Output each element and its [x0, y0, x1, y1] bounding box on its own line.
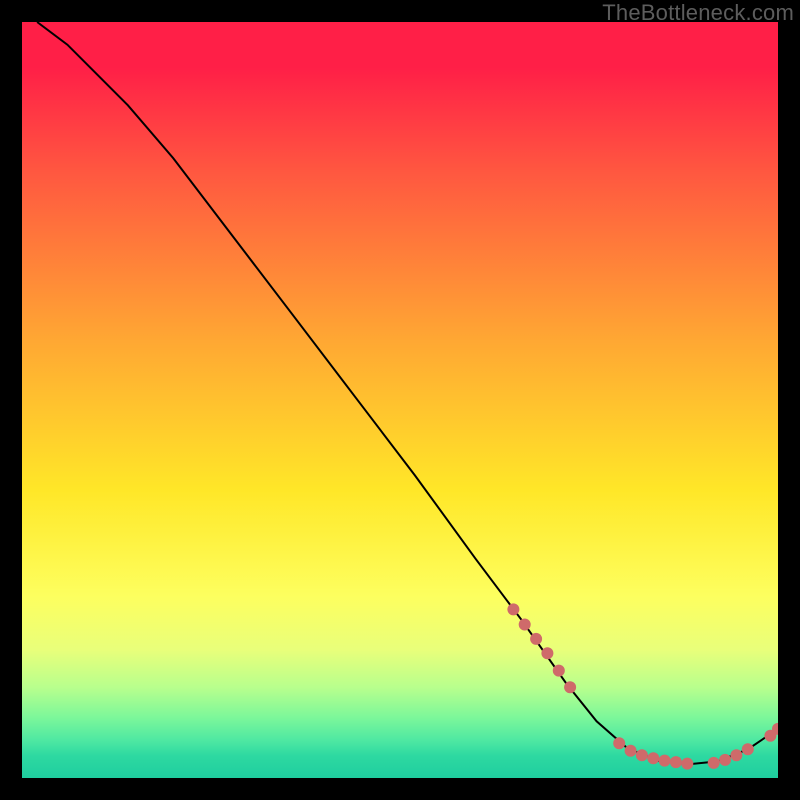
curve-line: [37, 22, 778, 764]
data-marker: [659, 755, 671, 767]
data-marker: [730, 749, 742, 761]
data-marker: [613, 737, 625, 749]
data-marker: [636, 749, 648, 761]
data-marker: [647, 752, 659, 764]
data-marker: [625, 745, 637, 757]
data-marker: [507, 603, 519, 615]
data-marker: [564, 681, 576, 693]
data-marker: [541, 647, 553, 659]
data-marker: [519, 619, 531, 631]
watermark-text: TheBottleneck.com: [602, 0, 794, 26]
chart-svg: [22, 22, 778, 778]
chart-background: [22, 22, 778, 778]
data-marker: [708, 757, 720, 769]
marker-group: [507, 603, 778, 769]
data-marker: [681, 758, 693, 770]
data-marker: [670, 756, 682, 768]
data-marker: [553, 665, 565, 677]
data-marker: [742, 743, 754, 755]
data-marker: [530, 633, 542, 645]
data-marker: [719, 754, 731, 766]
